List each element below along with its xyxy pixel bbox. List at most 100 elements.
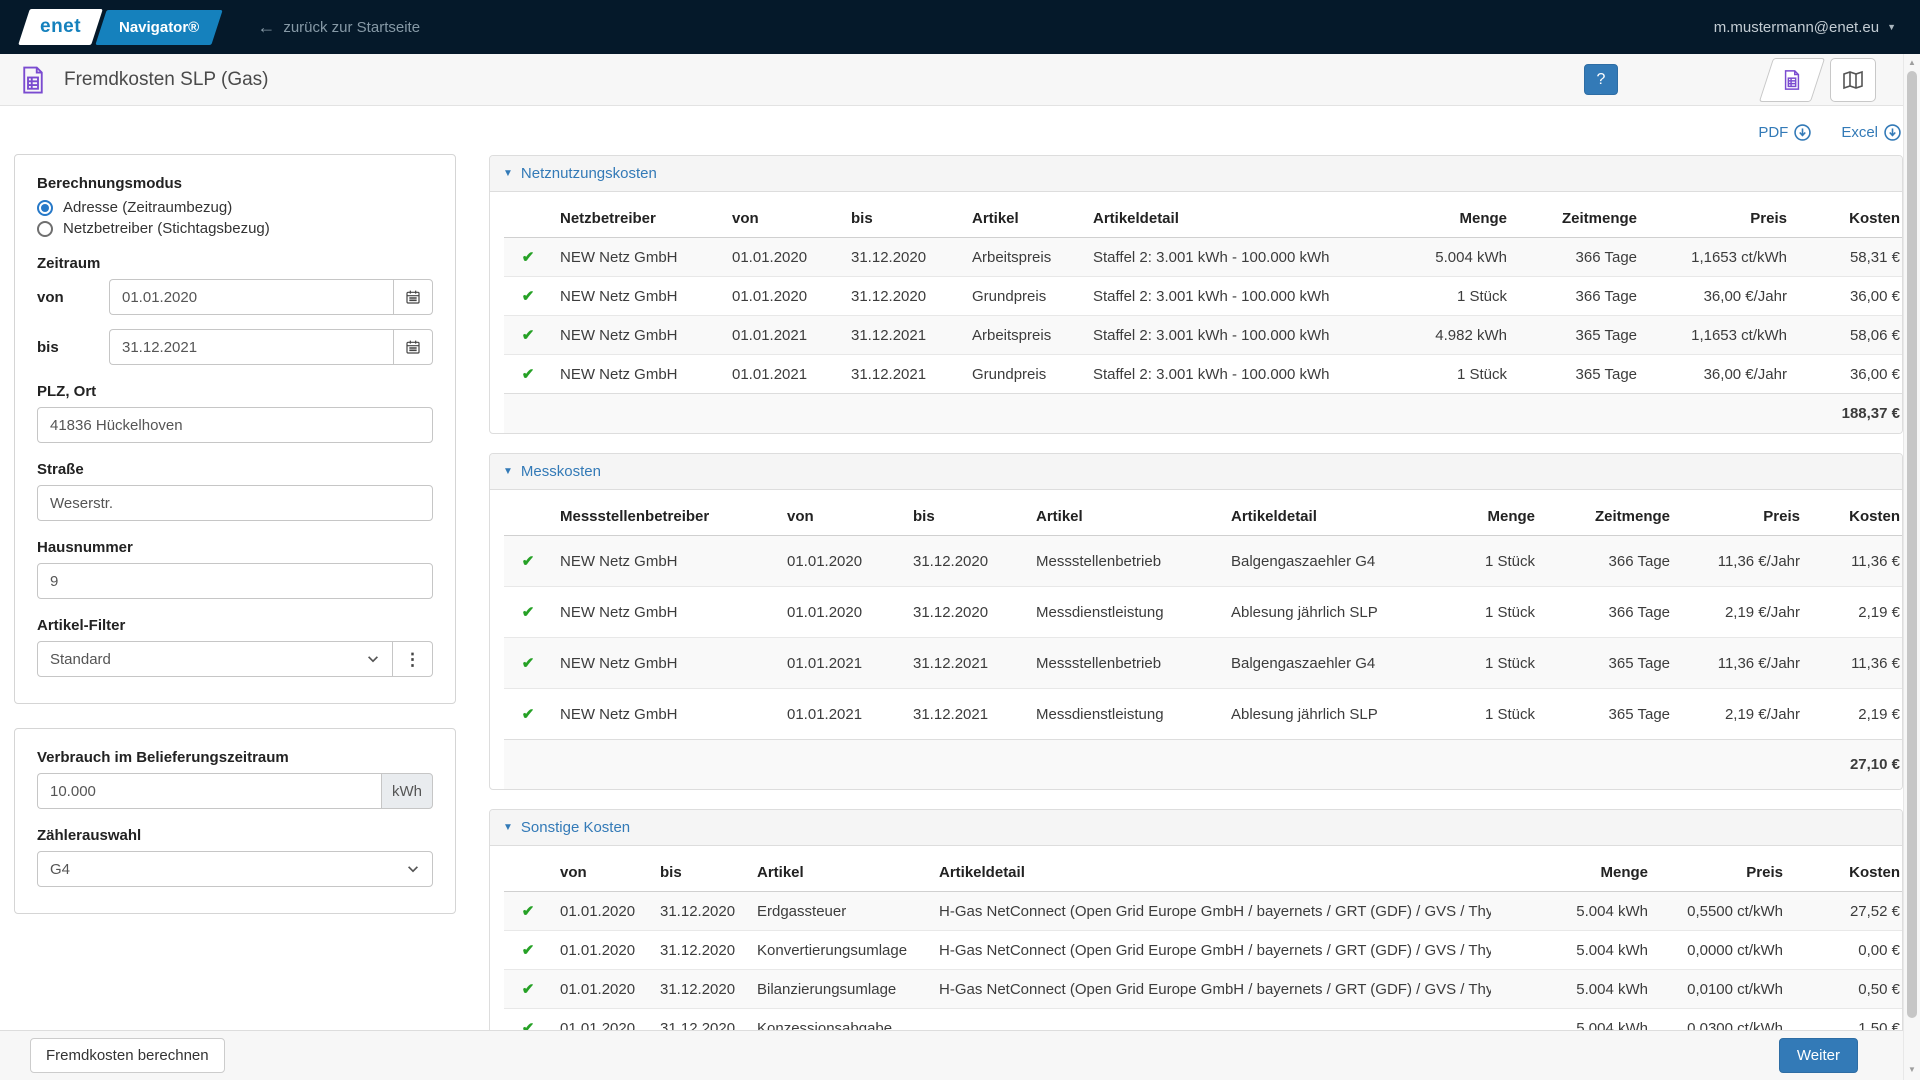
collapse-icon: ▼ bbox=[503, 168, 513, 179]
netznutzungskosten-toggle[interactable]: ▼ Netznutzungskosten bbox=[490, 156, 1902, 192]
radio-adresse-control[interactable] bbox=[37, 200, 53, 216]
page-title: Fremdkosten SLP (Gas) bbox=[64, 69, 269, 91]
cell-bis: 31.12.2020 bbox=[652, 892, 749, 931]
cell-von: 01.01.2021 bbox=[724, 316, 843, 355]
scroll-down-icon[interactable]: ▼ bbox=[1904, 1065, 1920, 1074]
verbrauch-label: Verbrauch im Belieferungszeitraum bbox=[37, 749, 433, 766]
strasse-input[interactable] bbox=[37, 485, 433, 521]
cell-kosten: 1,50 € bbox=[1791, 1009, 1903, 1031]
cell-kosten: 58,06 € bbox=[1795, 316, 1903, 355]
table-row: ✔ 01.01.2020 31.12.2020 Erdgassteuer H-G… bbox=[504, 892, 1903, 931]
cell-menge: 1 Stück bbox=[1385, 355, 1515, 394]
table-row: ✔ 01.01.2020 31.12.2020 Bilanzierungsuml… bbox=[504, 970, 1903, 1009]
plz-ort-input[interactable] bbox=[37, 407, 433, 443]
messkosten-total: 27,10 € bbox=[1808, 740, 1903, 790]
download-icon bbox=[1884, 124, 1901, 141]
check-icon: ✔ bbox=[522, 249, 535, 266]
col-von: von bbox=[724, 194, 843, 238]
check-icon: ✔ bbox=[522, 655, 535, 672]
col-artikel: Artikel bbox=[1028, 492, 1223, 536]
radio-netzbetreiber-control[interactable] bbox=[37, 221, 53, 237]
cell-bis: 31.12.2020 bbox=[843, 238, 964, 277]
table-header-row: von bis Artikel Artikeldetail Menge Prei… bbox=[504, 848, 1903, 892]
cell-kosten: 58,31 € bbox=[1795, 238, 1903, 277]
artikel-filter-value: Standard bbox=[50, 651, 366, 668]
cell-messstellenbetreiber: NEW Netz GmbH bbox=[552, 689, 779, 740]
bis-calendar-button[interactable] bbox=[393, 329, 433, 365]
cell-bis: 31.12.2020 bbox=[905, 587, 1028, 638]
zaehlerauswahl-value: G4 bbox=[50, 861, 406, 878]
radio-netzbetreiber[interactable]: Netzbetreiber (Stichtagsbezug) bbox=[37, 220, 433, 237]
verbrauch-input[interactable] bbox=[37, 773, 381, 809]
col-kosten: Kosten bbox=[1808, 492, 1903, 536]
cell-preis: 11,36 €/Jahr bbox=[1678, 536, 1808, 587]
map-button[interactable] bbox=[1830, 58, 1876, 102]
scrollbar-thumb[interactable] bbox=[1907, 71, 1917, 1018]
cell-bis: 31.12.2021 bbox=[905, 638, 1028, 689]
cell-zeitmenge: 365 Tage bbox=[1515, 355, 1645, 394]
von-date-input[interactable] bbox=[109, 279, 393, 315]
back-to-home-link[interactable]: ← zurück zur Startseite bbox=[257, 18, 420, 36]
cell-messstellenbetreiber: NEW Netz GmbH bbox=[552, 638, 779, 689]
cell-artikel: Konvertierungsumlage bbox=[749, 931, 931, 970]
section-title: Netznutzungskosten bbox=[521, 165, 657, 182]
weiter-button[interactable]: Weiter bbox=[1779, 1038, 1858, 1073]
cell-artikel: Arbeitspreis bbox=[964, 316, 1085, 355]
help-button[interactable]: ? bbox=[1584, 64, 1618, 95]
user-menu[interactable]: m.mustermann@enet.eu ▼ bbox=[1714, 19, 1896, 36]
messkosten-toggle[interactable]: ▼ Messkosten bbox=[490, 454, 1902, 490]
zaehlerauswahl-select[interactable]: G4 bbox=[37, 851, 433, 887]
artikel-filter-menu-button[interactable]: ⋮ bbox=[393, 641, 433, 677]
cell-von: 01.01.2020 bbox=[724, 277, 843, 316]
col-menge: Menge bbox=[1491, 848, 1656, 892]
cell-netzbetreiber: NEW Netz GmbH bbox=[552, 238, 724, 277]
enet-navigator-logo[interactable]: enet Navigator® bbox=[24, 9, 217, 45]
cell-menge: 5.004 kWh bbox=[1491, 970, 1656, 1009]
bis-label: bis bbox=[37, 339, 109, 356]
cell-zeitmenge: 365 Tage bbox=[1515, 316, 1645, 355]
vertical-scrollbar[interactable]: ▲ ▼ bbox=[1903, 54, 1920, 1080]
artikel-filter-select[interactable]: Standard bbox=[37, 641, 393, 677]
von-row: von bbox=[37, 279, 433, 315]
sonstige-kosten-toggle[interactable]: ▼ Sonstige Kosten bbox=[490, 810, 1902, 846]
report-document-button[interactable] bbox=[1759, 58, 1825, 102]
check-column-header bbox=[504, 848, 552, 892]
radio-adresse[interactable]: Adresse (Zeitraumbezug) bbox=[37, 199, 433, 216]
hausnummer-input[interactable] bbox=[37, 563, 433, 599]
verbrauch-unit: kWh bbox=[381, 773, 433, 809]
cell-kosten: 27,52 € bbox=[1791, 892, 1903, 931]
table-header-row: Messstellenbetreiber von bis Artikel Art… bbox=[504, 492, 1903, 536]
excel-export-link[interactable]: Excel bbox=[1841, 124, 1901, 141]
table-row: ✔ NEW Netz GmbH 01.01.2020 31.12.2020 Me… bbox=[504, 536, 1903, 587]
von-calendar-button[interactable] bbox=[393, 279, 433, 315]
cell-preis: 0,0000 ct/kWh bbox=[1656, 931, 1791, 970]
col-kosten: Kosten bbox=[1795, 194, 1903, 238]
cell-artikeldetail: Staffel 2: 3.001 kWh - 100.000 kWh bbox=[1085, 316, 1385, 355]
scroll-up-icon[interactable]: ▲ bbox=[1904, 58, 1920, 67]
cell-von: 01.01.2020 bbox=[552, 970, 652, 1009]
cell-artikeldetail bbox=[931, 1009, 1491, 1031]
cell-artikel: Grundpreis bbox=[964, 277, 1085, 316]
cell-artikel: Konzessionsabgabe bbox=[749, 1009, 931, 1031]
bis-date-input[interactable] bbox=[109, 329, 393, 365]
back-arrow-icon: ← bbox=[257, 18, 275, 36]
cell-menge: 1 Stück bbox=[1433, 689, 1543, 740]
check-icon: ✔ bbox=[522, 327, 535, 344]
cell-artikel: Bilanzierungsumlage bbox=[749, 970, 931, 1009]
hausnummer-label: Hausnummer bbox=[37, 539, 433, 556]
netznutzungskosten-table: Netzbetreiber von bis Artikel Artikeldet… bbox=[504, 194, 1903, 433]
cell-bis: 31.12.2021 bbox=[843, 316, 964, 355]
sonstige-kosten-table: von bis Artikel Artikeldetail Menge Prei… bbox=[504, 848, 1903, 1030]
col-menge: Menge bbox=[1385, 194, 1515, 238]
cell-artikel: Messdienstleistung bbox=[1028, 587, 1223, 638]
calculate-button[interactable]: Fremdkosten berechnen bbox=[30, 1038, 225, 1073]
cell-kosten: 11,36 € bbox=[1808, 638, 1903, 689]
check-icon: ✔ bbox=[522, 366, 535, 383]
col-artikel: Artikel bbox=[749, 848, 931, 892]
check-column-header bbox=[504, 492, 552, 536]
col-von: von bbox=[779, 492, 905, 536]
excel-export-label: Excel bbox=[1841, 124, 1878, 141]
bis-row: bis bbox=[37, 329, 433, 365]
pdf-export-link[interactable]: PDF bbox=[1758, 124, 1811, 141]
col-bis: bis bbox=[905, 492, 1028, 536]
